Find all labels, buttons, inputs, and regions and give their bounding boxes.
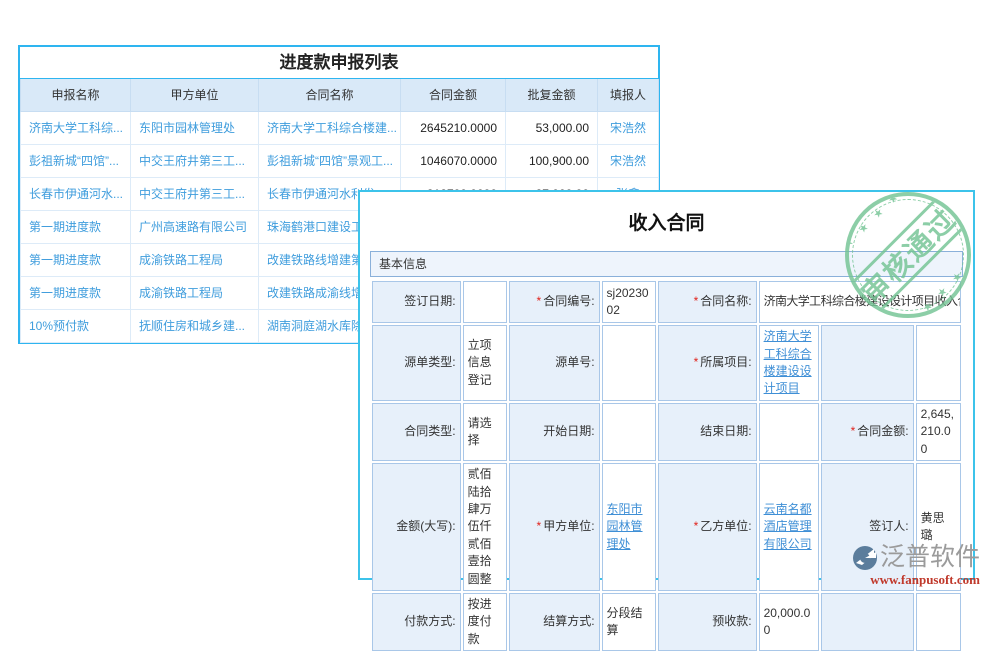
contract-name-label: *合同名称: <box>658 281 757 323</box>
empty-cell <box>916 593 961 651</box>
brand-watermark: 泛普软件 www.fanpusoft.com <box>848 544 980 587</box>
advance-payment-label: 预收款: <box>658 593 757 651</box>
party-a-label: *甲方单位: <box>509 463 600 591</box>
column-header-approved-amount: 批复金额 <box>506 79 598 111</box>
stamp-rotated-layer: ★ ★ ★ ★ 审核通过 ★ ★ ★ <box>845 192 971 318</box>
fanpu-logo-icon <box>852 545 878 571</box>
payment-method-field[interactable]: 按进度付款 <box>463 593 507 651</box>
project-label: *所属项目: <box>658 325 757 401</box>
end-date-label: 结束日期: <box>658 403 757 461</box>
contract-no-label: *合同编号: <box>509 281 600 323</box>
declare-name-link[interactable]: 第一期进度款 <box>21 210 131 243</box>
party-a-field[interactable]: 东阳市园林管理处 <box>602 463 656 591</box>
party-b-label: *乙方单位: <box>658 463 757 591</box>
required-icon: * <box>537 519 542 533</box>
required-icon: * <box>694 519 699 533</box>
column-header-filler: 填报人 <box>598 79 659 111</box>
party-a-link[interactable]: 广州高速路有限公司 <box>131 210 259 243</box>
amount-words-label: 金额(大写): <box>372 463 461 591</box>
contract-name-link[interactable]: 济南大学工科综合楼建... <box>259 111 401 144</box>
contract-amount-field[interactable]: 2,645,210.00 <box>916 403 961 461</box>
declare-name-link[interactable]: 彭祖新城“四馆”... <box>21 144 131 177</box>
table-header-row: 申报名称 甲方单位 合同名称 合同金额 批复金额 填报人 <box>21 79 659 111</box>
start-date-field[interactable] <box>602 403 656 461</box>
approval-stamp: ★ ★ ★ ★ 审核通过 ★ ★ ★ <box>845 192 971 318</box>
required-icon: * <box>537 294 542 308</box>
source-type-label: 源单类型: <box>372 325 461 401</box>
form-row: 合同类型: 请选择 开始日期: 结束日期: *合同金额: 2,645,210.0… <box>372 403 961 461</box>
brand-url: www.fanpusoft.com <box>848 573 980 587</box>
contract-form-grid: 签订日期: *合同编号: sj2023002 *合同名称: 济南大学工科综合楼建… <box>370 279 963 653</box>
form-row: 源单类型: 立项信息登记 源单号: *所属项目: 济南大学工科综合楼建设设计项目 <box>372 325 961 401</box>
filler-cell: 宋浩然 <box>598 144 659 177</box>
form-row: 付款方式: 按进度付款 结算方式: 分段结算 预收款: 20,000.00 <box>372 593 961 651</box>
party-a-link[interactable]: 中交王府井第三工... <box>131 177 259 210</box>
contract-amount-label: *合同金额: <box>821 403 914 461</box>
column-header-party-a: 甲方单位 <box>131 79 259 111</box>
contract-amount-cell: 2645210.0000 <box>401 111 506 144</box>
column-header-contract-name: 合同名称 <box>259 79 401 111</box>
contract-name-link[interactable]: 彭祖新城“四馆”景观工... <box>259 144 401 177</box>
end-date-field[interactable] <box>759 403 819 461</box>
column-header-contract-amount: 合同金额 <box>401 79 506 111</box>
column-header-declare-name: 申报名称 <box>21 79 131 111</box>
contract-type-label: 合同类型: <box>372 403 461 461</box>
declare-name-link[interactable]: 第一期进度款 <box>21 276 131 309</box>
filler-cell: 宋浩然 <box>598 111 659 144</box>
brand-name: 泛普软件 <box>880 544 980 572</box>
list-title: 进度款申报列表 <box>20 47 658 79</box>
empty-cell <box>916 325 961 401</box>
approved-amount-cell: 100,900.00 <box>506 144 598 177</box>
required-icon: * <box>694 355 699 369</box>
source-no-label: 源单号: <box>509 325 600 401</box>
start-date-label: 开始日期: <box>509 403 600 461</box>
project-link[interactable]: 济南大学工科综合楼建设设计项目 <box>764 329 812 395</box>
party-a-link[interactable]: 东阳市园林管理处 <box>131 111 259 144</box>
party-b-link[interactable]: 云南名都酒店管理有限公司 <box>764 502 812 551</box>
party-a-link[interactable]: 东阳市园林管理处 <box>607 502 643 551</box>
contract-type-select[interactable]: 请选择 <box>463 403 507 461</box>
empty-cell <box>821 593 914 651</box>
party-a-link[interactable]: 抚顺住房和城乡建... <box>131 309 259 342</box>
table-row: 彭祖新城“四馆”... 中交王府井第三工... 彭祖新城“四馆”景观工... 1… <box>21 144 659 177</box>
advance-payment-field[interactable]: 20,000.00 <box>759 593 819 651</box>
empty-cell <box>821 325 914 401</box>
declare-name-link[interactable]: 10%预付款 <box>21 309 131 342</box>
project-field[interactable]: 济南大学工科综合楼建设设计项目 <box>759 325 819 401</box>
sign-date-field[interactable] <box>463 281 507 323</box>
declare-name-link[interactable]: 长春市伊通河水... <box>21 177 131 210</box>
declare-name-link[interactable]: 济南大学工科综... <box>21 111 131 144</box>
source-no-field[interactable] <box>602 325 656 401</box>
source-type-field[interactable]: 立项信息登记 <box>463 325 507 401</box>
stamp-band: 审核通过 <box>845 192 971 318</box>
party-a-link[interactable]: 中交王府井第三工... <box>131 144 259 177</box>
contract-amount-cell: 1046070.0000 <box>401 144 506 177</box>
required-icon: * <box>694 294 699 308</box>
sign-date-label: 签订日期: <box>372 281 461 323</box>
payment-method-label: 付款方式: <box>372 593 461 651</box>
settlement-method-field[interactable]: 分段结算 <box>602 593 656 651</box>
table-row: 济南大学工科综... 东阳市园林管理处 济南大学工科综合楼建... 264521… <box>21 111 659 144</box>
declare-name-link[interactable]: 第一期进度款 <box>21 243 131 276</box>
party-b-field[interactable]: 云南名都酒店管理有限公司 <box>759 463 819 591</box>
party-a-link[interactable]: 成渝铁路工程局 <box>131 243 259 276</box>
approved-amount-cell: 53,000.00 <box>506 111 598 144</box>
party-a-link[interactable]: 成渝铁路工程局 <box>131 276 259 309</box>
required-icon: * <box>851 424 856 438</box>
contract-no-field[interactable]: sj2023002 <box>602 281 656 323</box>
settlement-method-label: 结算方式: <box>509 593 600 651</box>
amount-words-field[interactable]: 贰佰陆拾肆万伍仟贰佰壹拾圆整 <box>463 463 507 591</box>
